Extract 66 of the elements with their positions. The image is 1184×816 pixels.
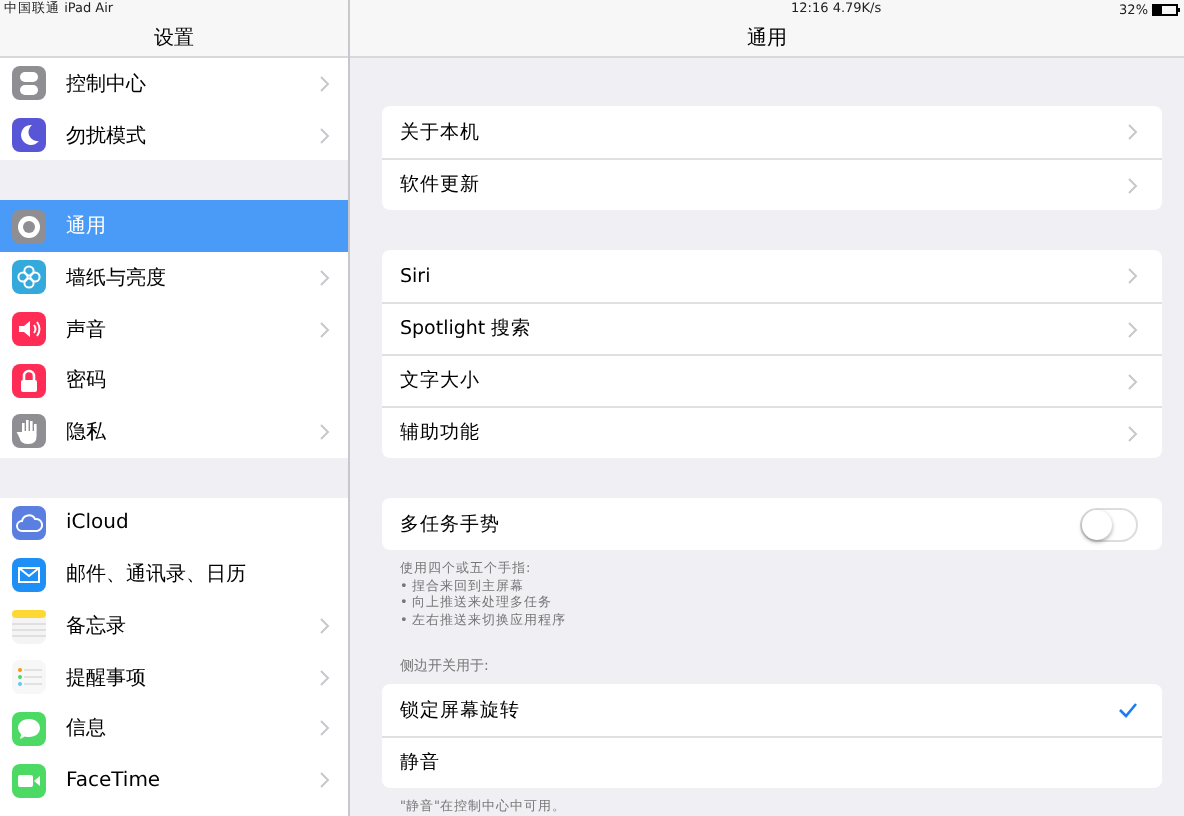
chevron-icon: [1128, 177, 1138, 193]
row-label: 静音: [400, 750, 440, 776]
speech-bubble-icon: [12, 711, 46, 746]
chevron-icon: [1128, 321, 1138, 337]
settings-item-label: 墙纸与亮度: [66, 265, 168, 292]
row-label: 文字大小: [400, 368, 480, 394]
chevron-icon: [1128, 373, 1138, 389]
settings-item-label: 密码: [66, 367, 108, 395]
settings-item[interactable]: 勿扰模式: [0, 109, 348, 161]
hand-icon: [12, 414, 46, 449]
settings-row[interactable]: Siri: [382, 250, 1162, 302]
settings-item-label: iCloud: [66, 512, 131, 535]
settings-item[interactable]: 密码: [0, 354, 348, 407]
settings-item-label: 提醒事项: [66, 665, 148, 692]
speaker-icon: [12, 312, 46, 347]
chevron-icon: [1128, 268, 1138, 284]
settings-item-label: 备忘录: [66, 613, 128, 641]
settings-row[interactable]: Spotlight 搜索: [382, 302, 1162, 354]
row-label: 关于本机: [400, 119, 480, 145]
gear-icon: [12, 209, 46, 244]
settings-item[interactable]: 信息: [0, 703, 348, 755]
settings-item[interactable]: iCloud: [0, 497, 348, 549]
settings-row[interactable]: 文字大小: [382, 354, 1162, 406]
row-label: 锁定屏幕旋转: [400, 697, 520, 723]
settings-item[interactable]: 提醒事项: [0, 651, 348, 704]
envelope-icon: [12, 557, 46, 592]
video-camera-icon: [12, 763, 46, 798]
settings-row[interactable]: 多任务手势: [382, 498, 1162, 550]
settings-row[interactable]: 软件更新: [382, 158, 1162, 210]
chevron-icon: [1128, 124, 1138, 140]
row-label: 辅助功能: [400, 420, 480, 446]
notepad-icon: [12, 609, 46, 644]
settings-row[interactable]: 辅助功能: [382, 406, 1162, 458]
settings-item-label: FaceTime: [66, 769, 163, 792]
sidebar-title: 设置: [154, 25, 194, 51]
battery-icon: [1152, 3, 1180, 15]
row-label: 多任务手势: [400, 511, 500, 537]
settings-item[interactable]: 控制中心: [0, 58, 348, 110]
settings-item[interactable]: 墙纸与亮度: [0, 252, 348, 304]
settings-item-label: 通用: [66, 213, 108, 241]
settings-item-label: 隐私: [66, 419, 108, 446]
settings-item-label: 声音: [66, 317, 108, 344]
toggle-switch[interactable]: [1080, 507, 1138, 541]
settings-item-label: 勿扰模式: [66, 123, 148, 150]
row-label: Spotlight 搜索: [400, 316, 532, 342]
switches-icon: [12, 66, 46, 101]
settings-item[interactable]: 备忘录: [0, 600, 348, 652]
settings-row[interactable]: 静音: [382, 736, 1162, 788]
row-label: Siri: [400, 265, 431, 287]
flower-icon: [12, 260, 46, 295]
settings-item[interactable]: FaceTime: [0, 754, 348, 806]
list-icon: [12, 660, 46, 695]
settings-item[interactable]: 隐私: [0, 406, 348, 458]
settings-item[interactable]: 声音: [0, 303, 348, 355]
settings-row[interactable]: 锁定屏幕旋转: [382, 684, 1162, 736]
lock-icon: [12, 363, 46, 398]
settings-item-label: 控制中心: [66, 71, 148, 98]
settings-item-label: 信息: [66, 715, 108, 743]
moon-icon: [12, 118, 46, 153]
chevron-icon: [1128, 425, 1138, 441]
settings-item[interactable]: 邮件、通讯录、日历: [0, 549, 348, 601]
settings-item-label: 邮件、通讯录、日历: [66, 561, 248, 589]
row-label: 软件更新: [400, 172, 480, 198]
settings-row[interactable]: 关于本机: [382, 106, 1162, 158]
cloud-icon: [12, 506, 46, 541]
page-title: 通用: [747, 25, 787, 51]
